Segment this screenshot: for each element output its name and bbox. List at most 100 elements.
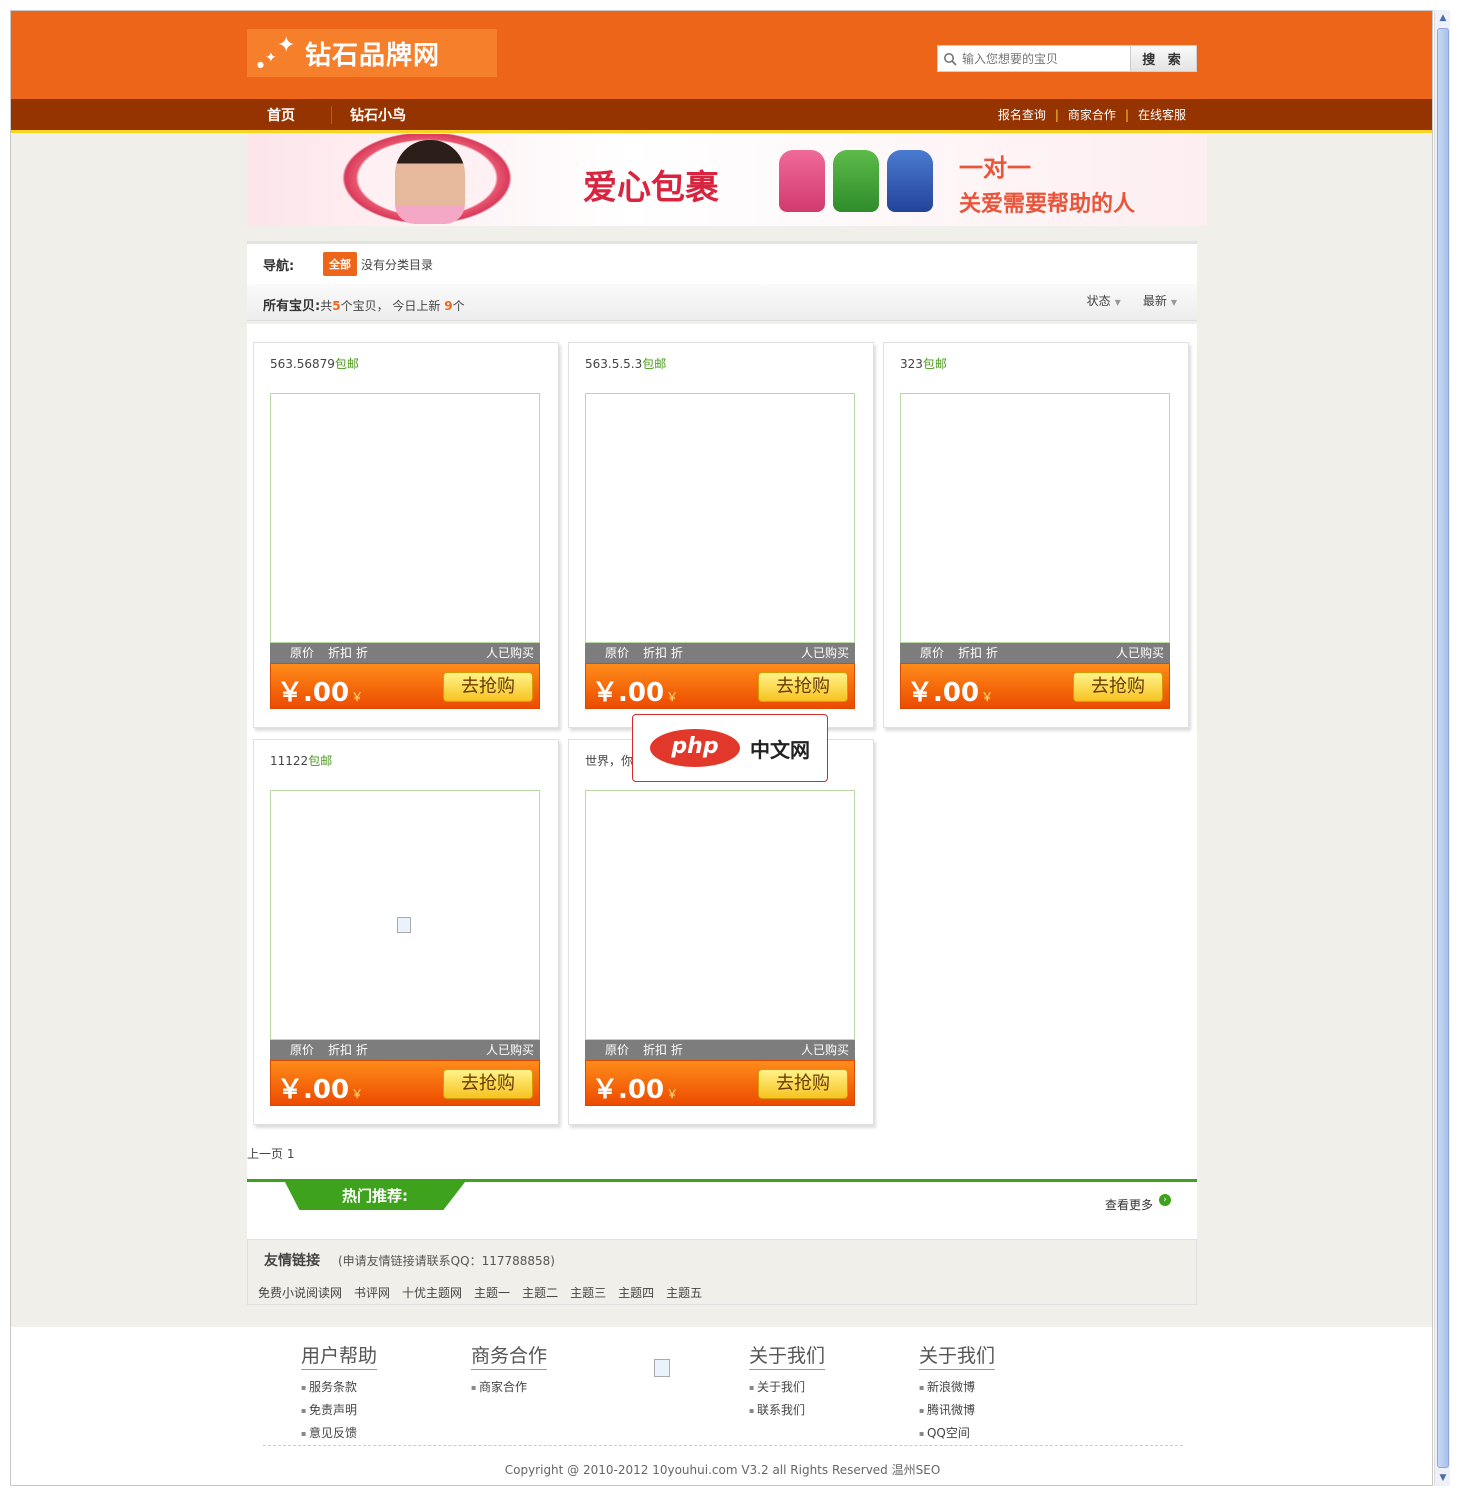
header: ✦ ✦ ● 钻石品牌网 搜 索	[11, 11, 1432, 99]
nav-separator: |	[1124, 107, 1129, 122]
friend-link[interactable]: 主题三	[570, 1284, 606, 1301]
footer-link[interactable]: 服务条款	[301, 1376, 377, 1399]
friend-links: 友情链接 (申请友情链接请联系QQ：117788858) 免费小说阅读网 书评网十…	[247, 1239, 1197, 1305]
friend-link[interactable]: 主题五	[666, 1284, 702, 1301]
footer-link[interactable]: 关于我们	[749, 1376, 825, 1399]
footer-link[interactable]: 免责声明	[301, 1399, 377, 1422]
footer-link[interactable]: 联系我们	[749, 1399, 825, 1422]
footer-divider	[263, 1445, 1183, 1446]
friend-link[interactable]: 免费小说阅读网	[258, 1284, 342, 1301]
footer-col-help: 用户帮助服务条款免责声明意见反馈	[301, 1341, 378, 1445]
friend-links-note: (申请友情链接请联系QQ：117788858)	[338, 1254, 555, 1268]
product-image[interactable]	[585, 393, 855, 643]
product-card[interactable]: 323包邮 原价 折扣 折人已购买 ￥.00 ￥ 去抢购	[883, 342, 1189, 728]
category-filter: 导航: 全部 没有分类目录 所有宝贝:共5个宝贝， 今日上新 9个 状态 ▼ 最新…	[247, 241, 1197, 321]
product-title[interactable]: 世界，你	[585, 752, 633, 769]
friend-link[interactable]: 主题二	[522, 1284, 558, 1301]
nav-service[interactable]: 在线客服	[1138, 106, 1186, 123]
broken-image-icon	[397, 917, 411, 933]
product-meta: 原价 折扣 折人已购买	[585, 643, 855, 663]
product-price-bar: ￥.00 ￥ 去抢购	[585, 663, 855, 709]
product-title[interactable]: 563.5.5.3包邮	[585, 355, 666, 372]
sparkle-icon: ✦ ✦ ●	[257, 33, 296, 69]
friend-link[interactable]: 主题四	[618, 1284, 654, 1301]
buy-now-button[interactable]: 去抢购	[758, 672, 848, 702]
search-button[interactable]: 搜 索	[1130, 46, 1196, 71]
caret-down-icon: ▼	[1170, 298, 1177, 307]
product-price-bar: ￥.00 ￥ 去抢购	[900, 663, 1170, 709]
caret-down-icon: ▼	[1114, 298, 1121, 307]
product-image[interactable]	[270, 790, 540, 1040]
product-image[interactable]	[585, 790, 855, 1040]
scroll-thumb[interactable]	[1437, 28, 1449, 1468]
buy-now-button[interactable]: 去抢购	[443, 672, 533, 702]
nav-diamond-bird[interactable]: 钻石小鸟	[350, 105, 406, 125]
scrollbar[interactable]: ▲ ▼	[1434, 10, 1450, 1486]
php-cn-watermark: php 中文网	[632, 714, 828, 782]
product-card[interactable]: 563.5.5.3包邮原价 折扣 折人已购买 ￥.00 ￥ 去抢购	[568, 342, 874, 728]
item-count: 所有宝贝:共5个宝贝， 今日上新 9个	[263, 299, 465, 314]
product-card[interactable]: 世界，你原价 折扣 折人已购买 ￥.00 ￥ 去抢购	[568, 739, 874, 1125]
buy-now-button[interactable]: 去抢购	[443, 1069, 533, 1099]
footer-link[interactable]: 腾讯微博	[919, 1399, 995, 1422]
product-price: ￥.00 ￥	[592, 678, 679, 708]
product-price-bar: ￥.00 ￥ 去抢购	[585, 1060, 855, 1106]
friend-link[interactable]: 主题一	[474, 1284, 510, 1301]
nav-separator: |	[1054, 107, 1059, 122]
product-grid: 563.56879包邮原价 折扣 折人已购买 ￥.00 ￥ 去抢购 563.5.5.3包邮…	[247, 324, 1197, 1242]
hot-recommend: 热门推荐: 查看更多 ›	[247, 1179, 1197, 1239]
product-title[interactable]: 323包邮	[900, 355, 947, 372]
copyright: Copyright @ 2010-2012 10youhui.com V3.2 …	[504, 1463, 941, 1477]
logo-text: 钻石品牌网	[305, 40, 441, 71]
footer-link[interactable]: 意见反馈	[301, 1422, 377, 1445]
banner[interactable]: 爱心包裹 一对一 关爱需要帮助的人	[247, 134, 1207, 226]
sort-newest[interactable]: 最新 ▼	[1143, 292, 1177, 309]
product-title[interactable]: 563.56879包邮	[270, 355, 359, 372]
banner-title: 爱心包裹	[583, 168, 719, 208]
php-cn-text: 中文网	[750, 737, 810, 762]
view-more-link[interactable]: 查看更多 ›	[1105, 1193, 1171, 1213]
nav-signup-query[interactable]: 报名查询	[998, 106, 1046, 123]
banner-line2: 关爱需要帮助的人	[959, 192, 1136, 217]
product-image[interactable]	[900, 393, 1170, 643]
sort-status[interactable]: 状态 ▼	[1087, 292, 1121, 309]
nav-home[interactable]: 首页	[267, 105, 295, 125]
child-photo	[395, 140, 465, 224]
buy-now-button[interactable]: 去抢购	[1073, 672, 1163, 702]
main-nav: 首页 钻石小鸟 报名查询 | 商家合作 | 在线客服	[11, 99, 1432, 133]
product-price: ￥.00 ￥	[277, 678, 364, 708]
footer-link[interactable]: QQ空间	[919, 1422, 995, 1445]
product-image[interactable]	[270, 393, 540, 643]
friend-link[interactable]: 书评网	[354, 1284, 390, 1301]
scroll-down-icon[interactable]: ▼	[1437, 1472, 1449, 1484]
product-card[interactable]: 11122包邮 原价 折扣 折人已购买 ￥.00 ￥ 去抢购	[253, 739, 559, 1125]
friend-link[interactable]: 十优主题网	[402, 1284, 462, 1301]
nav-merchant[interactable]: 商家合作	[1068, 106, 1116, 123]
scroll-up-icon[interactable]: ▲	[1437, 12, 1449, 24]
buy-now-button[interactable]: 去抢购	[758, 1069, 848, 1099]
nav-divider	[331, 105, 332, 124]
search-box: 搜 索	[937, 45, 1197, 72]
pagination[interactable]: 上一页 1	[247, 1145, 294, 1162]
product-price-bar: ￥.00 ￥ 去抢购	[270, 663, 540, 709]
arrow-right-icon: ›	[1159, 1193, 1171, 1206]
product-title[interactable]: 11122包邮	[270, 752, 332, 769]
footer-link[interactable]: 商家合作	[471, 1376, 547, 1399]
banner-line1: 一对一	[959, 154, 1031, 182]
no-category-text: 没有分类目录	[361, 257, 434, 272]
product-meta: 原价 折扣 折人已购买	[585, 1040, 855, 1060]
footer-col-social: 关于我们新浪微博腾讯微博QQ空间	[919, 1341, 996, 1445]
footer-col-business: 商务合作商家合作	[471, 1341, 548, 1399]
friend-links-title: 友情链接	[264, 1253, 320, 1269]
footer-link[interactable]: 新浪微博	[919, 1376, 995, 1399]
product-price-bar: ￥.00 ￥ 去抢购	[270, 1060, 540, 1106]
search-input[interactable]	[962, 46, 1130, 71]
search-icon	[938, 46, 962, 71]
site-logo[interactable]: ✦ ✦ ● 钻石品牌网	[247, 29, 497, 77]
backpacks-image	[779, 150, 933, 212]
product-price: ￥.00 ￥	[592, 1075, 679, 1105]
php-logo: php	[650, 729, 740, 767]
product-card[interactable]: 563.56879包邮 原价 折扣 折人已购买 ￥.00 ￥ 去抢购	[253, 342, 559, 728]
category-all-tag[interactable]: 全部	[323, 252, 357, 276]
page-frame: ✦ ✦ ● 钻石品牌网 搜 索 首页 钻石小鸟 报名查询 | 商家合作 | 在线…	[10, 10, 1433, 1486]
